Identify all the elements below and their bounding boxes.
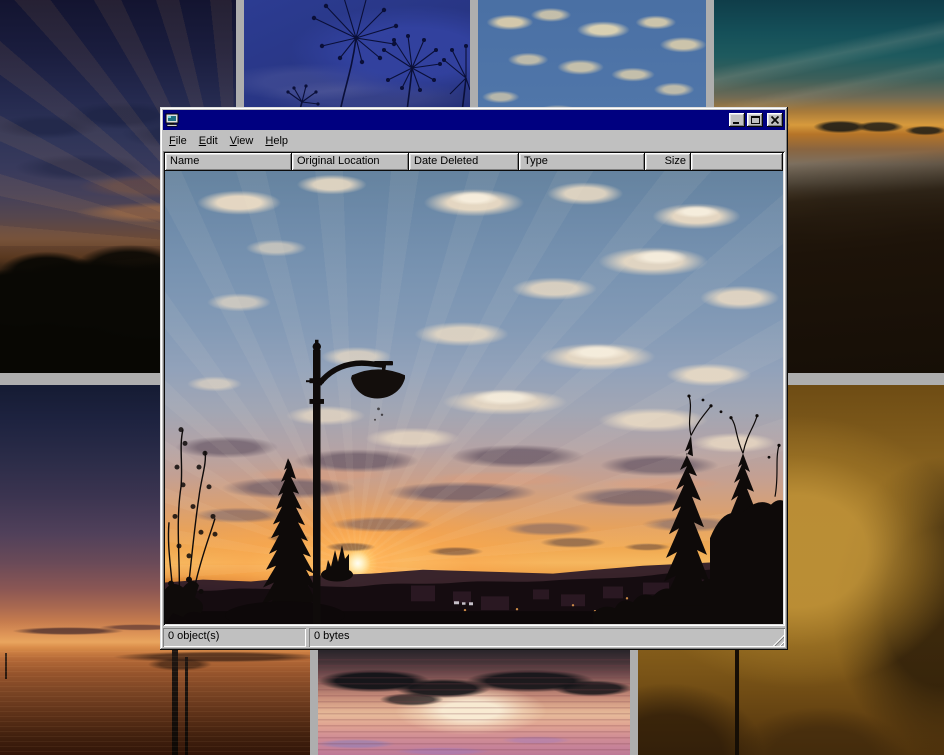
flower-silhouette-graphic <box>244 0 470 110</box>
desktop: File Edit View Help Name Original Locati… <box>0 0 944 755</box>
close-icon <box>771 116 779 124</box>
menu-view[interactable]: View <box>224 133 260 149</box>
minimize-icon <box>733 117 741 124</box>
menu-help[interactable]: Help <box>259 133 294 149</box>
status-objects: 0 object(s) <box>163 628 306 647</box>
lake-pole-right <box>185 657 188 755</box>
maximize-button[interactable] <box>747 113 763 127</box>
resize-grip[interactable] <box>772 634 784 646</box>
menu-edit[interactable]: Edit <box>193 133 224 149</box>
column-header-date-deleted[interactable]: Date Deleted <box>409 153 519 171</box>
computer-icon <box>165 113 179 127</box>
lake-pole-far <box>5 653 7 679</box>
status-bytes: 0 bytes <box>309 628 785 647</box>
column-header-original-location[interactable]: Original Location <box>292 153 409 171</box>
column-header-blank[interactable] <box>691 153 783 171</box>
window-controls <box>729 113 783 127</box>
status-bytes-text: 0 bytes <box>314 630 349 642</box>
column-header-size[interactable]: Size <box>645 153 691 171</box>
sunset-silhouettes <box>165 171 783 624</box>
recycle-bin-window: File Edit View Help Name Original Locati… <box>160 107 788 650</box>
close-button[interactable] <box>767 113 783 127</box>
status-bar: 0 object(s) 0 bytes <box>163 626 785 647</box>
column-headers: Name Original Location Date Deleted Type… <box>165 153 783 171</box>
lake-pole-left <box>172 648 178 755</box>
menu-bar: File Edit View Help <box>163 130 785 151</box>
list-view: Name Original Location Date Deleted Type… <box>163 151 785 626</box>
title-bar[interactable] <box>163 110 785 130</box>
column-header-type[interactable]: Type <box>519 153 645 171</box>
maximize-icon <box>751 116 760 124</box>
minimize-button[interactable] <box>729 113 745 127</box>
column-header-name[interactable]: Name <box>165 153 292 171</box>
menu-file[interactable]: File <box>163 133 193 149</box>
folder-background-photo[interactable] <box>165 171 783 624</box>
